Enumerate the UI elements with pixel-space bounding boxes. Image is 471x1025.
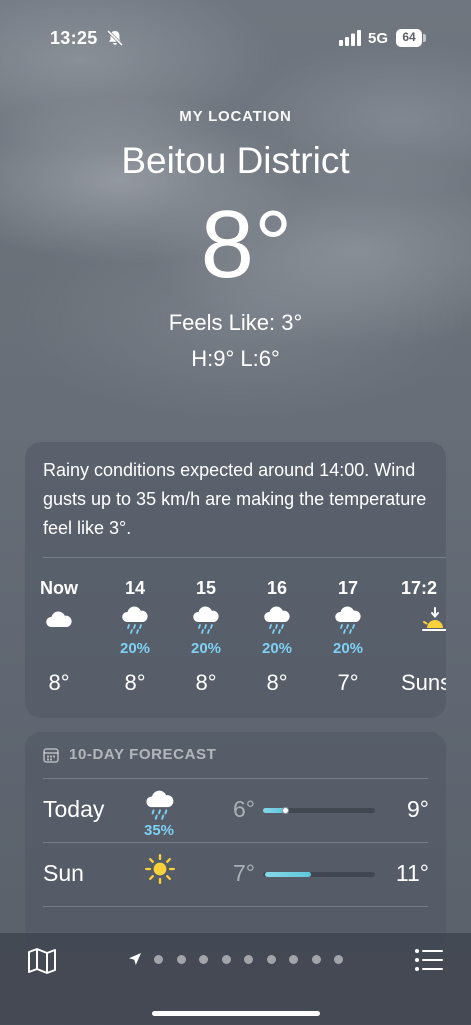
list-icon[interactable] (414, 947, 444, 973)
hour-temp: 7° (337, 670, 359, 695)
hour-temp: 8° (124, 670, 146, 695)
forecast-low: 7° (233, 860, 255, 886)
rain-icon (193, 606, 219, 634)
forecast-low: 6° (233, 796, 255, 822)
hourly-forecast-card[interactable]: Rainy conditions expected around 14:00. … (25, 442, 446, 718)
forecast-row[interactable]: Today 35% 6° 9° (25, 778, 446, 842)
forecast-day: Today (43, 796, 105, 822)
divider (43, 557, 446, 558)
forecast-precip: 35% (143, 822, 175, 839)
hour-item: 15 20% 8° (176, 572, 236, 712)
page-dot[interactable] (176, 955, 186, 964)
hour-label: Now (40, 578, 78, 598)
page-dot[interactable] (199, 955, 208, 964)
hour-item: 14 20% 8° (105, 572, 165, 712)
forecast-title: 10-DAY FORECAST (69, 746, 217, 763)
home-indicator (152, 1011, 320, 1016)
sunset-icon (422, 607, 446, 631)
current-temp-dot (281, 807, 289, 814)
hour-item: Now 8° (29, 572, 89, 712)
hour-item: 17:2 Suns (389, 572, 446, 712)
divider (43, 778, 428, 779)
rain-icon (264, 606, 290, 634)
calendar-icon (43, 748, 59, 763)
hour-precip: 20% (190, 640, 222, 657)
map-icon[interactable] (27, 947, 57, 975)
hourly-scroll[interactable]: Now 8° 14 20% 8° 15 20% 8° 16 20% 8° 17 … (25, 572, 446, 712)
forecast-row[interactable]: Sun 7° 11° (25, 842, 446, 906)
temperature-range-bar (263, 872, 375, 877)
divider (43, 906, 428, 907)
temperature-range-fill (265, 872, 312, 877)
feels-like: Feels Like: 3° (168, 310, 303, 335)
current-temperature: 8° (200, 191, 293, 298)
divider (43, 842, 428, 843)
page-dot[interactable] (154, 955, 163, 964)
page-dot[interactable] (289, 955, 298, 964)
hour-label: 17:2 (401, 578, 438, 598)
page-dot[interactable] (311, 955, 321, 964)
hour-item: 17 20% 7° (318, 572, 378, 712)
network-type: 5G (368, 30, 389, 47)
city-name: Beitou District (121, 140, 350, 181)
sun-icon (145, 854, 175, 884)
hour-item: 16 20% 8° (247, 572, 307, 712)
weather-summary: Rainy conditions expected around 14:00. … (43, 460, 427, 538)
hour-temp: 8° (48, 670, 70, 695)
status-bar: 13:25 5G 64 (0, 0, 471, 60)
battery-icon: 64 (396, 29, 426, 47)
cloud-icon (46, 611, 72, 627)
page-dot[interactable] (266, 955, 276, 964)
forecast-high: 9° (407, 796, 429, 822)
hour-temp: 8° (195, 670, 217, 695)
bell-muted-icon (106, 29, 124, 47)
hour-precip: 20% (119, 640, 151, 657)
hour-label: 15 (195, 578, 217, 598)
rain-icon (146, 790, 174, 820)
hour-label: 16 (266, 578, 288, 598)
location-label: MY LOCATION (179, 108, 292, 125)
forecast-high: 11° (395, 860, 429, 886)
battery-percent: 64 (402, 30, 416, 44)
forecast-day: Sun (43, 860, 84, 886)
rain-icon (122, 606, 148, 634)
page-dot[interactable] (334, 955, 343, 964)
hour-temp: Suns (401, 670, 446, 695)
location-arrow-icon (129, 953, 141, 965)
status-time: 13:25 (50, 28, 98, 48)
temperature-range-bar (263, 807, 375, 814)
ten-day-forecast-card[interactable]: 10-DAY FORECAST Today 35% 6° 9° Sun 7° 1… (25, 732, 446, 952)
hour-label: 17 (337, 578, 359, 598)
hour-precip: 20% (332, 640, 364, 657)
bottom-toolbar (0, 932, 471, 1025)
hour-temp: 8° (266, 670, 288, 695)
high-low: H:9° L:6° (191, 346, 280, 371)
page-indicator[interactable] (128, 951, 358, 967)
hour-label: 14 (124, 578, 146, 598)
page-dot[interactable] (221, 955, 231, 964)
hour-precip: 20% (261, 640, 293, 657)
page-dot[interactable] (244, 955, 253, 964)
signal-icon (339, 30, 361, 46)
rain-icon (335, 606, 361, 634)
